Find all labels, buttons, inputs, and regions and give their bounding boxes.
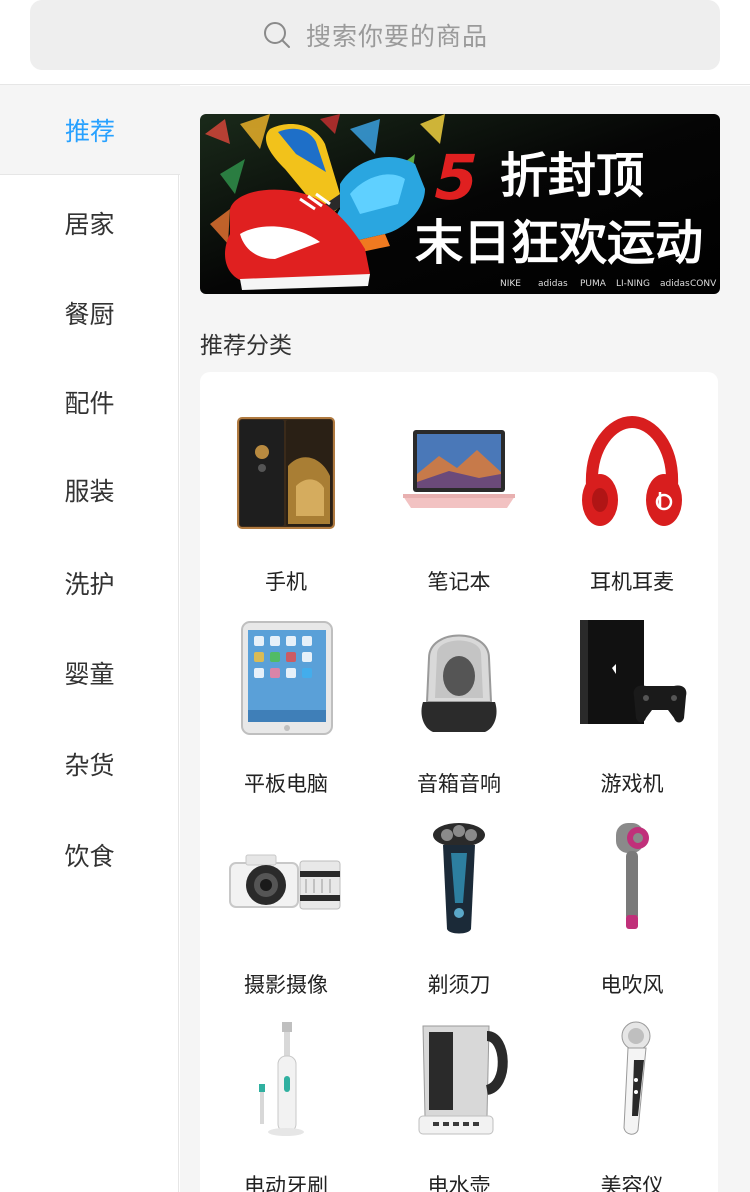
svg-text:adidas: adidas — [660, 279, 690, 289]
search-placeholder: 搜索你要的商品 — [305, 22, 488, 51]
category-item-laptop[interactable]: 笔记本 — [373, 402, 545, 594]
category-item-camera[interactable]: 摄影摄像 — [200, 805, 372, 997]
category-label: 平板电脑 — [244, 772, 328, 796]
camera-icon — [229, 854, 341, 910]
category-item-hair-dryer[interactable]: 电吹风 — [546, 805, 718, 997]
tablet-icon — [241, 621, 333, 735]
kettle-icon — [418, 1025, 508, 1135]
category-item-kettle[interactable]: 电水壶 — [373, 1006, 545, 1192]
sidebar-item-care[interactable]: 洗护 — [0, 538, 179, 628]
shaver-icon — [433, 823, 485, 934]
svg-text:LI-NING: LI-NING — [616, 279, 650, 289]
search-bar[interactable]: 搜索你要的商品 — [30, 0, 720, 70]
category-item-speaker[interactable]: 音箱音响 — [373, 604, 545, 796]
sidebar-item-baby[interactable]: 婴童 — [0, 628, 179, 718]
category-label: 美容仪 — [600, 1174, 664, 1192]
sidebar-item-accessories[interactable]: 配件 — [0, 357, 179, 447]
svg-text:CONV: CONV — [690, 279, 717, 289]
category-label: 音箱音响 — [417, 772, 501, 796]
main-content: 5 折封顶 末日狂欢运动 NIKE adidas PUMA LI-NING ad… — [180, 86, 750, 1192]
category-label: 电水壶 — [427, 1174, 491, 1192]
phone-icon — [237, 417, 335, 529]
category-item-toothbrush[interactable]: 电动牙刷 — [200, 1006, 372, 1192]
category-sidebar: 推荐 居家 餐厨 配件 服装 洗护 婴童 杂货 饮食 — [0, 85, 180, 1192]
category-item-phone[interactable]: 手机 — [200, 402, 372, 594]
category-item-game-console[interactable]: 游戏机 — [546, 604, 718, 796]
svg-text:adidas: adidas — [538, 279, 568, 289]
category-label: 摄影摄像 — [244, 973, 328, 997]
svg-text:NIKE: NIKE — [500, 279, 521, 289]
section-title: 推荐分类 — [200, 333, 292, 359]
search-header: 搜索你要的商品 — [0, 0, 750, 85]
sidebar-item-home[interactable]: 居家 — [0, 178, 179, 268]
category-item-shaver[interactable]: 剃须刀 — [373, 805, 545, 997]
banner-headline-top: 折封顶 — [500, 148, 644, 204]
category-label: 游戏机 — [600, 772, 664, 796]
category-item-headphones[interactable]: 耳机耳麦 — [546, 402, 718, 594]
category-item-tablet[interactable]: 平板电脑 — [200, 604, 372, 796]
category-item-beauty-device[interactable]: 美容仪 — [546, 1006, 718, 1192]
sidebar-item-recommend[interactable]: 推荐 — [0, 85, 180, 175]
beauty-device-icon — [621, 1021, 651, 1135]
sidebar-item-misc[interactable]: 杂货 — [0, 719, 179, 809]
sidebar-item-food[interactable]: 饮食 — [0, 810, 179, 900]
category-label: 笔记本 — [427, 570, 491, 594]
category-label: 剃须刀 — [427, 973, 491, 997]
banner-headline-bottom: 末日狂欢运动 — [415, 215, 703, 271]
category-label: 手机 — [265, 570, 307, 594]
hair-dryer-icon — [616, 823, 649, 929]
category-label: 电动牙刷 — [244, 1174, 328, 1192]
game-console-icon — [580, 620, 687, 724]
headphones-icon — [582, 416, 682, 526]
sidebar-item-apparel[interactable]: 服装 — [0, 445, 179, 535]
promo-banner[interactable]: 5 折封顶 末日狂欢运动 NIKE adidas PUMA LI-NING ad… — [200, 114, 720, 294]
category-label: 耳机耳麦 — [590, 570, 674, 594]
svg-text:PUMA: PUMA — [580, 279, 607, 289]
search-icon — [263, 22, 290, 48]
promo-banner-graphic: 5 折封顶 末日狂欢运动 NIKE adidas PUMA LI-NING ad… — [200, 114, 720, 294]
category-label: 电吹风 — [600, 973, 664, 997]
sidebar-item-kitchen[interactable]: 餐厨 — [0, 268, 179, 358]
category-grid: 手机 笔记本 耳机耳麦 平板电脑 音箱音响 游戏机 摄影摄像 剃须刀 电吹风 电… — [200, 372, 718, 1192]
electric-toothbrush-icon — [259, 1022, 304, 1136]
speaker-icon — [421, 634, 497, 732]
laptop-icon — [403, 430, 515, 508]
